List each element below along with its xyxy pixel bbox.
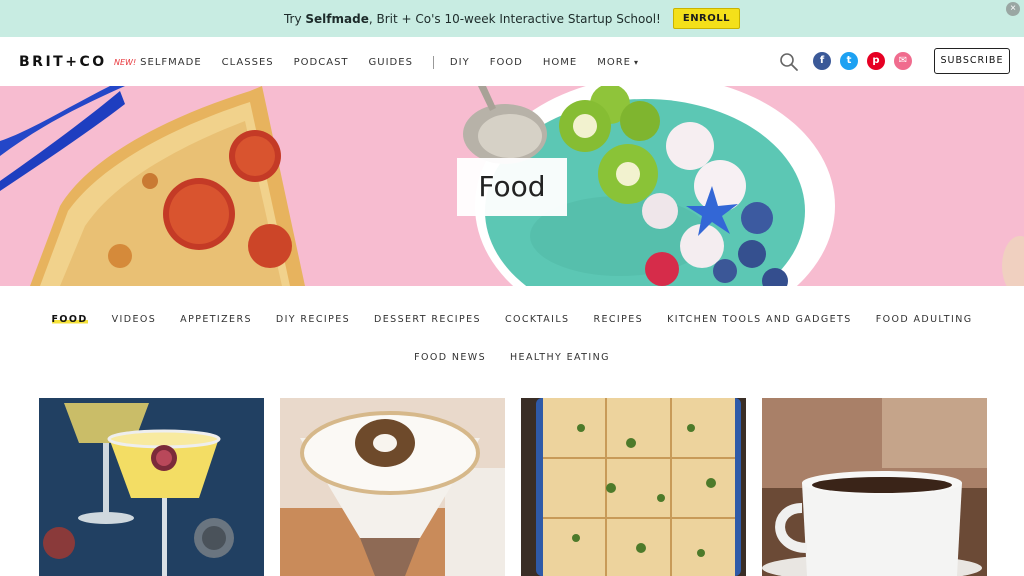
nav-item-more[interactable]: MORE ▾ [597,57,639,68]
article-card-cocktail[interactable] [39,398,264,576]
tab-recipes[interactable]: RECIPES [593,314,643,325]
facebook-icon[interactable]: f [813,52,831,70]
tab-food[interactable]: FOOD [51,313,88,325]
chevron-down-icon: ▾ [634,58,640,67]
nav-item-guides[interactable]: GUIDES [369,57,413,68]
article-card-dessert[interactable] [280,398,505,576]
new-badge: NEW! [114,58,137,67]
twitter-icon[interactable]: t [840,52,858,70]
nav-item-food[interactable]: FOOD [490,57,523,68]
nav-item-home[interactable]: HOME [543,57,577,68]
tab-food-adulting[interactable]: FOOD ADULTING [876,314,973,325]
coffee-cup-image [762,398,987,576]
tab-videos[interactable]: VIDEOS [112,314,157,325]
margarita-cocktail-image [39,398,264,576]
tab-dessert-recipes[interactable]: DESSERT RECIPES [374,314,481,325]
promo-text: Try Selfmade, Brit + Co's 10-week Intera… [283,11,661,26]
tab-kitchen-tools-and-gadgets[interactable]: KITCHEN TOOLS AND GADGETS [667,314,852,325]
enroll-button[interactable]: ENROLL [672,8,741,29]
tab-appetizers[interactable]: APPETIZERS [180,314,252,325]
nav-item-classes[interactable]: CLASSES [222,57,274,68]
page-title: Food [457,158,567,216]
hero-banner: Food [0,86,1024,286]
subscribe-button[interactable]: SUBSCRIBE [934,48,1010,74]
search-icon[interactable] [779,52,799,72]
coconut-cookie-dessert-image [280,398,505,576]
tab-diy-recipes[interactable]: DIY RECIPES [276,314,350,325]
baked-casserole-image [521,398,746,576]
nav-item-selfmade[interactable]: SELFMADE [140,57,201,68]
email-icon[interactable]: ✉ [894,52,912,70]
nav-item-diy[interactable]: DIY [450,57,470,68]
category-tabs: FOOD VIDEOS APPETIZERS DIY RECIPES DESSE… [0,306,1024,370]
article-card-coffee[interactable] [762,398,987,576]
pinterest-icon[interactable]: p [867,52,885,70]
category-row: FOOD VIDEOS APPETIZERS DIY RECIPES DESSE… [0,306,1024,332]
brand-logo[interactable]: BRIT+CO [19,54,107,70]
article-card-casserole[interactable] [521,398,746,576]
nav-item-more-label: MORE [597,57,631,68]
promo-banner: Try Selfmade, Brit + Co's 10-week Intera… [0,0,1024,37]
nav-divider [432,56,434,69]
close-icon[interactable]: × [1006,2,1020,16]
tab-food-news[interactable]: FOOD NEWS [414,352,486,363]
main-nav: NEW! SELFMADE CLASSES PODCAST GUIDES DIY… [114,56,659,69]
tab-cocktails[interactable]: COCKTAILS [505,314,570,325]
category-row: FOOD NEWS HEALTHY EATING [0,344,1024,370]
nav-item-podcast[interactable]: PODCAST [294,57,349,68]
tab-healthy-eating[interactable]: HEALTHY EATING [510,352,610,363]
